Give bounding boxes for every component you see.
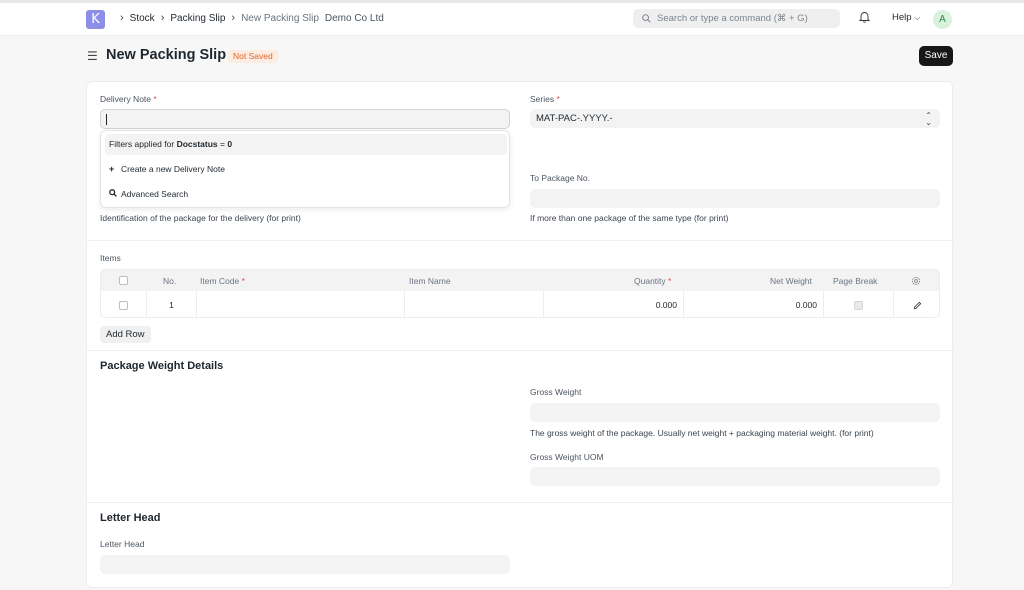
page-title: New Packing Slip xyxy=(106,47,227,63)
series-select[interactable]: MAT-PAC-.YYYY.- ⌃ ⌄ xyxy=(530,109,940,128)
delivery-note-label: Delivery Note * xyxy=(100,94,157,104)
gross-weight-uom-input[interactable] xyxy=(530,467,940,486)
row-checkbox[interactable] xyxy=(101,291,146,317)
breadcrumb-packing-slip[interactable]: Packing Slip xyxy=(170,13,225,24)
to-package-description: If more than one package of the same typ… xyxy=(530,213,729,223)
breadcrumb: › Stock › Packing Slip › New Packing Sli… xyxy=(114,12,384,24)
column-no: No. xyxy=(163,275,177,286)
breadcrumb-stock[interactable]: Stock xyxy=(130,13,155,24)
column-item-code: Item Code * xyxy=(200,275,245,286)
text-cursor xyxy=(106,114,107,125)
section-divider xyxy=(87,240,954,241)
help-menu-button[interactable]: Help ⌵ xyxy=(892,12,920,23)
edit-pencil-icon[interactable] xyxy=(893,291,939,317)
delivery-note-input[interactable] xyxy=(100,109,510,129)
dropdown-filter-info: Filters applied for Docstatus = 0 xyxy=(105,134,507,155)
settings-gear-icon[interactable] xyxy=(911,270,921,291)
select-all-checkbox[interactable] xyxy=(119,270,128,291)
letter-head-label: Letter Head xyxy=(100,539,145,549)
gross-weight-label: Gross Weight xyxy=(530,387,582,397)
form-card: Delivery Note * Series * MAT-PAC-.YYYY.-… xyxy=(86,81,954,588)
row-net-weight[interactable]: 0.000 xyxy=(683,291,823,317)
breadcrumb-company: Demo Co Ltd xyxy=(324,12,384,24)
column-item-name: Item Name xyxy=(409,275,451,286)
breadcrumb-current: New Packing Slip xyxy=(241,12,319,24)
search-icon xyxy=(109,184,121,205)
search-input[interactable]: Search or type a command (⌘ + G) xyxy=(633,9,840,28)
table-header: No. Item Code * Item Name Quantity * Net… xyxy=(101,270,939,291)
letter-head-input[interactable] xyxy=(100,555,510,574)
row-no: 1 xyxy=(146,291,196,317)
column-quantity: Quantity * xyxy=(634,275,672,286)
series-value: MAT-PAC-.YYYY.- xyxy=(536,113,613,124)
sidebar-toggle-icon[interactable]: ☰ xyxy=(87,49,98,63)
gross-weight-uom-label: Gross Weight UOM xyxy=(530,452,604,462)
table-row[interactable]: 1 0.000 0.000 xyxy=(101,291,939,317)
column-net-weight: Net Weight xyxy=(770,275,812,286)
package-weight-section-title: Package Weight Details xyxy=(100,360,224,372)
navbar: K › Stock › Packing Slip › New Packing S… xyxy=(0,0,1024,36)
letter-head-section-title: Letter Head xyxy=(100,512,161,524)
gross-weight-description: The gross weight of the package. Usually… xyxy=(530,428,874,438)
search-icon xyxy=(642,9,651,30)
delivery-note-dropdown: Filters applied for Docstatus = 0 + Creat… xyxy=(100,130,510,208)
help-label: Help xyxy=(892,12,912,23)
gross-weight-input[interactable] xyxy=(530,403,940,422)
app-logo[interactable]: K xyxy=(86,10,105,29)
notification-bell-icon[interactable] xyxy=(858,11,871,26)
section-divider xyxy=(87,350,954,351)
dropdown-advanced-search[interactable]: Advanced Search xyxy=(105,184,507,205)
plus-icon: + xyxy=(109,164,115,174)
to-package-input[interactable] xyxy=(530,189,940,208)
search-placeholder: Search or type a command (⌘ + G) xyxy=(657,13,808,24)
select-arrows-icon: ⌃ ⌄ xyxy=(925,111,932,127)
chevron-right-icon: › xyxy=(120,12,124,24)
row-quantity[interactable]: 0.000 xyxy=(543,291,683,317)
column-page-break: Page Break xyxy=(833,275,878,286)
row-item-name[interactable] xyxy=(404,291,543,317)
row-page-break-checkbox[interactable] xyxy=(823,291,893,317)
from-package-description: Identification of the package for the de… xyxy=(100,213,301,223)
avatar[interactable]: A xyxy=(933,10,952,29)
add-row-button[interactable]: Add Row xyxy=(100,326,151,343)
series-label: Series * xyxy=(530,94,560,104)
row-item-code[interactable] xyxy=(196,291,404,317)
chevron-right-icon: › xyxy=(231,12,236,24)
chevron-right-icon: › xyxy=(160,12,165,24)
to-package-label: To Package No. xyxy=(530,173,591,183)
items-table: No. Item Code * Item Name Quantity * Net… xyxy=(100,269,940,318)
save-button[interactable]: Save xyxy=(919,46,953,66)
section-divider xyxy=(87,502,954,503)
items-label: Items xyxy=(100,253,121,263)
chevron-down-icon: ⌵ xyxy=(914,13,921,22)
dropdown-create-new[interactable]: + Create a new Delivery Note xyxy=(105,159,507,180)
status-badge: Not Saved xyxy=(228,50,278,63)
